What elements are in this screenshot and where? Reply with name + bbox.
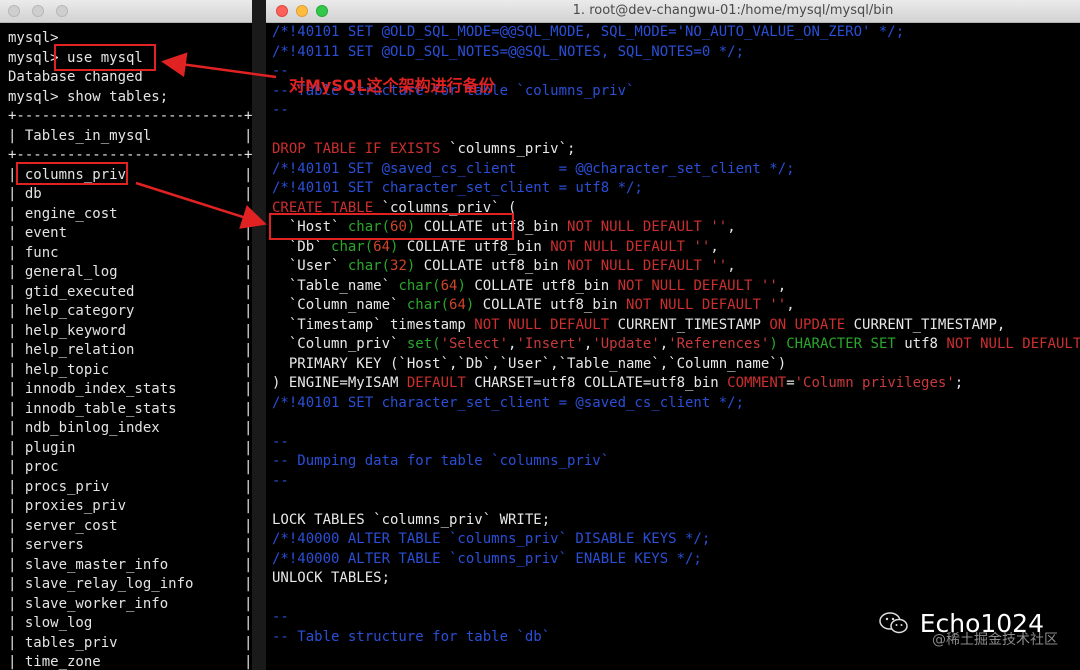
- annotation-arrows: [135, 52, 277, 229]
- annotation-label: 对MySQL这个架构进行备份: [289, 76, 495, 95]
- watermark-site: @稀土掘金技术社区: [932, 632, 1058, 648]
- wechat-icon: [879, 612, 908, 634]
- arrow-to-create-table: [135, 181, 267, 229]
- arrow-to-use-mysql: [161, 52, 277, 79]
